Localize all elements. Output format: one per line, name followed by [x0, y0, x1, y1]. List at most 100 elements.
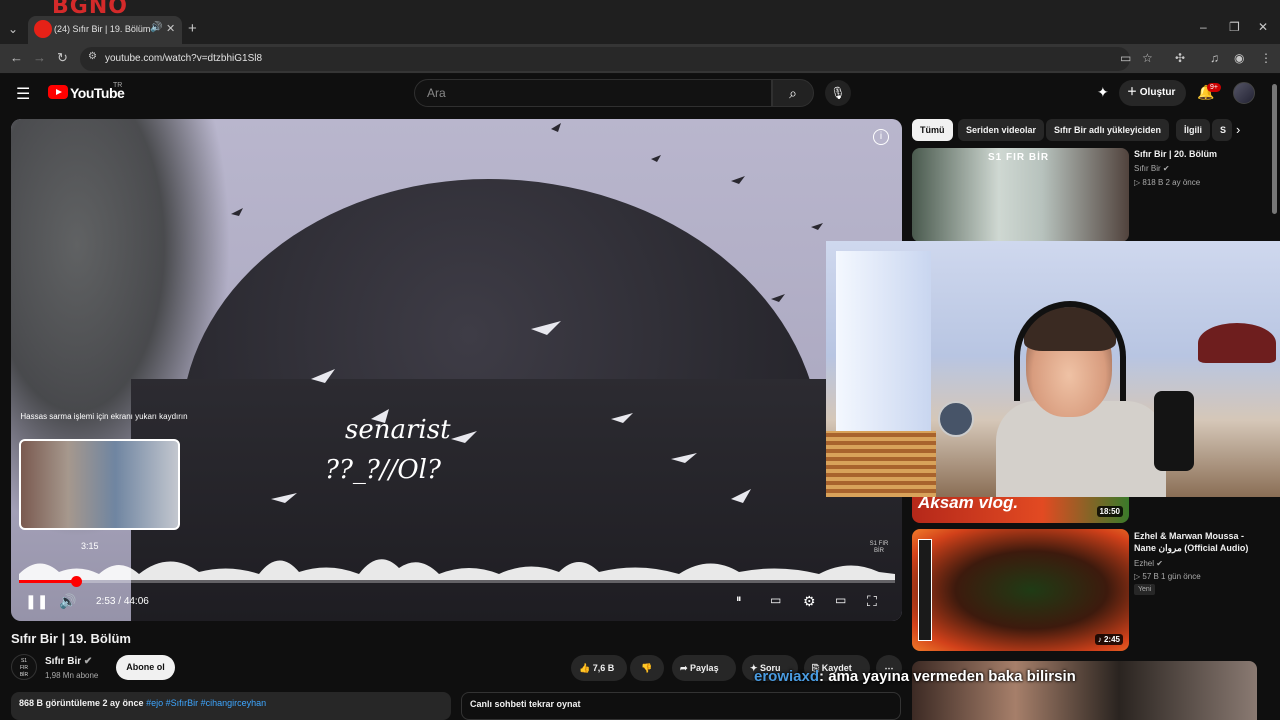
settings-icon[interactable]: ⚙ — [803, 593, 816, 610]
close-window-icon[interactable]: ✕ — [1258, 20, 1268, 34]
channel-avatar[interactable]: S1 FIR BİR — [11, 654, 37, 680]
recommendation-channel-name[interactable]: Ezhel — [1134, 559, 1154, 568]
address-bar-row: ← → ↻ ⚙ youtube.com/watch?v=dtzbhiG1Sl8 … — [0, 44, 1280, 74]
new-tab-button[interactable]: + — [188, 20, 197, 37]
description-stats: 868 B görüntüleme 2 ay önce — [19, 698, 144, 708]
recommendation-channel[interactable]: Sıfır Bir ✔ — [1134, 164, 1170, 173]
audio-playing-icon[interactable]: 🔊 — [150, 22, 162, 33]
browser-menu-icon[interactable]: ⋮ — [1260, 51, 1272, 65]
like-button[interactable]: 👍 7,6 B — [571, 655, 627, 681]
description-box[interactable]: 868 B görüntüleme 2 ay önce #ejo #SıfırB… — [11, 692, 451, 720]
profile-icon[interactable]: ◉ — [1234, 51, 1244, 65]
notification-badge: 9+ — [1207, 83, 1221, 92]
info-icon[interactable]: i — [873, 129, 889, 145]
channel-name-text[interactable]: Sıfır Bir — [45, 656, 81, 667]
omnibox[interactable]: ⚙ youtube.com/watch?v=dtzbhiG1Sl8 — [80, 47, 1130, 71]
webcam-window — [836, 251, 931, 441]
bookmark-star-icon[interactable]: ☆ — [1142, 51, 1153, 65]
subtitles-icon[interactable]: ▭ — [770, 593, 781, 607]
stream-logo-overlay: BGNO — [52, 0, 128, 19]
audio-waveform — [19, 559, 895, 580]
chat-replay-box[interactable]: Canlı sohbeti tekrar oynat — [461, 692, 901, 720]
duration-badge: ♪ 2:45 — [1094, 634, 1123, 645]
like-icon: 👍 — [579, 663, 593, 673]
dislike-button[interactable]: 👎 — [630, 655, 664, 681]
duration-badge: 18:50 — [1096, 506, 1123, 517]
subscribe-button[interactable]: Abone ol — [116, 655, 175, 680]
cast-icon[interactable]: ▭ — [1120, 51, 1131, 65]
youtube-logo-icon[interactable] — [48, 85, 68, 99]
search-input[interactable] — [427, 86, 747, 100]
plus-icon: ＋ — [1127, 87, 1140, 98]
search-box[interactable] — [414, 79, 772, 107]
microphone — [1154, 391, 1194, 471]
recommendation-channel[interactable]: Ezhel ✔ — [1134, 559, 1163, 568]
share-label: Paylaş — [690, 663, 719, 673]
doodle-text-senarist: senarist — [345, 415, 451, 445]
forward-icon[interactable]: → — [33, 50, 46, 65]
autoplay-toggle-icon[interactable]: ⏸ — [736, 593, 742, 606]
video-player[interactable]: senarist ??_?//Ol? i Hassas sarma işlemi… — [11, 119, 902, 621]
recommendation-title[interactable]: Sıfır Bir | 20. Bölüm — [1134, 148, 1254, 160]
new-badge: Yeni — [1134, 584, 1156, 595]
extensions-icon[interactable]: ✣ — [1175, 51, 1185, 65]
youtube-favicon-icon — [34, 20, 52, 38]
share-icon: ➦ — [680, 663, 691, 673]
chip-uploader[interactable]: Sıfır Bir adlı yükleyiciden — [1046, 119, 1170, 141]
browser-tab-bar: ⌄ (24) Sıfır Bir | 19. Bölüm - YouTube 🔊… — [0, 0, 1280, 44]
voice-search-button[interactable]: 🎙 — [825, 80, 851, 106]
chip-all[interactable]: Tümü — [912, 119, 953, 141]
webcam-lamp — [1198, 323, 1276, 363]
recommendation-thumbnail[interactable]: Aksam vlog. 18:50 — [912, 497, 1129, 523]
create-label: Oluştur — [1139, 87, 1176, 98]
maximize-icon[interactable]: ❐ — [1229, 20, 1240, 34]
pause-icon[interactable]: ❚❚ — [25, 593, 48, 610]
channel-watermark[interactable]: S1 FIR BİR — [868, 541, 890, 567]
fullscreen-icon[interactable]: ⛶ — [867, 593, 877, 610]
account-avatar[interactable] — [1233, 82, 1255, 104]
thumb-series-logo: S1 FIR BİR — [988, 152, 1050, 163]
doodle-text-question: ??_?//Ol? — [325, 455, 441, 485]
region-code: TR — [113, 82, 123, 89]
chat-replay-label: Canlı sohbeti tekrar oynat — [470, 699, 581, 709]
webcam-dog — [938, 401, 974, 437]
media-control-icon[interactable]: ♫ — [1210, 51, 1219, 65]
chip-partial[interactable]: S — [1212, 119, 1232, 141]
reload-icon[interactable]: ↻ — [57, 50, 68, 66]
search-button[interactable]: ⌕ — [772, 79, 814, 107]
back-icon[interactable]: ← — [10, 50, 23, 65]
recommendation-title[interactable]: Ezhel & Marwan Moussa - Nane مروان (Offi… — [1134, 530, 1254, 554]
url-text[interactable]: youtube.com/watch?v=dtzbhiG1Sl8 — [105, 53, 262, 64]
recommendation-thumbnail[interactable]: ♪ 2:45 — [912, 529, 1129, 651]
minimize-icon[interactable]: – — [1200, 20, 1207, 34]
theater-mode-icon[interactable]: ▭ — [835, 593, 846, 607]
chip-series[interactable]: Seriden videolar — [958, 119, 1045, 141]
scroll-hint-text: Hassas sarma işlemi için ekranı yukarı k… — [20, 412, 188, 421]
chevron-right-icon[interactable]: › — [1236, 122, 1240, 137]
site-info-icon[interactable]: ⚙ — [88, 51, 97, 62]
chip-related[interactable]: İlgili — [1176, 119, 1210, 141]
chat-username: erowiaxd — [754, 668, 820, 685]
description-tags[interactable]: #ejo #SıfırBir #cihangirceyhan — [146, 698, 266, 708]
recommendation-meta-text: 818 B 2 ay önce — [1142, 178, 1201, 187]
thumb-vlog-text: Aksam vlog. — [918, 497, 1019, 512]
menu-icon[interactable]: ☰ — [16, 84, 30, 104]
webcam-overlay — [826, 241, 1280, 497]
tab-search-icon[interactable]: ⌄ — [4, 20, 22, 38]
create-button[interactable]: ＋ Oluştur — [1119, 80, 1186, 106]
page-scrollbar[interactable] — [1272, 84, 1277, 214]
tab-title: (24) Sıfır Bir | 19. Bölüm - YouTube — [54, 24, 150, 34]
recommendation-thumbnail[interactable]: S1 FIR BİR — [912, 148, 1129, 242]
browser-tab[interactable]: (24) Sıfır Bir | 19. Bölüm - YouTube 🔊 ✕ — [28, 16, 182, 44]
recommendation-channel-name[interactable]: Sıfır Bir — [1134, 164, 1161, 173]
video-title: Sıfır Bir | 19. Bölüm — [11, 631, 131, 646]
headphones-icon — [1014, 301, 1126, 401]
premium-sparkle-icon[interactable]: ✦ — [1097, 84, 1109, 101]
progress-bar[interactable] — [19, 576, 895, 587]
share-button[interactable]: ➦ Paylaş — [672, 655, 736, 681]
volume-icon[interactable]: 🔊 — [59, 593, 76, 610]
time-display: 2:53 / 44:06 — [96, 596, 149, 607]
close-tab-icon[interactable]: ✕ — [166, 22, 175, 35]
channel-name[interactable]: Sıfır Bir ✔ — [45, 656, 92, 667]
stream-chat-message: erowiaxd: ama yayına vermeden baka bilir… — [754, 668, 1076, 685]
